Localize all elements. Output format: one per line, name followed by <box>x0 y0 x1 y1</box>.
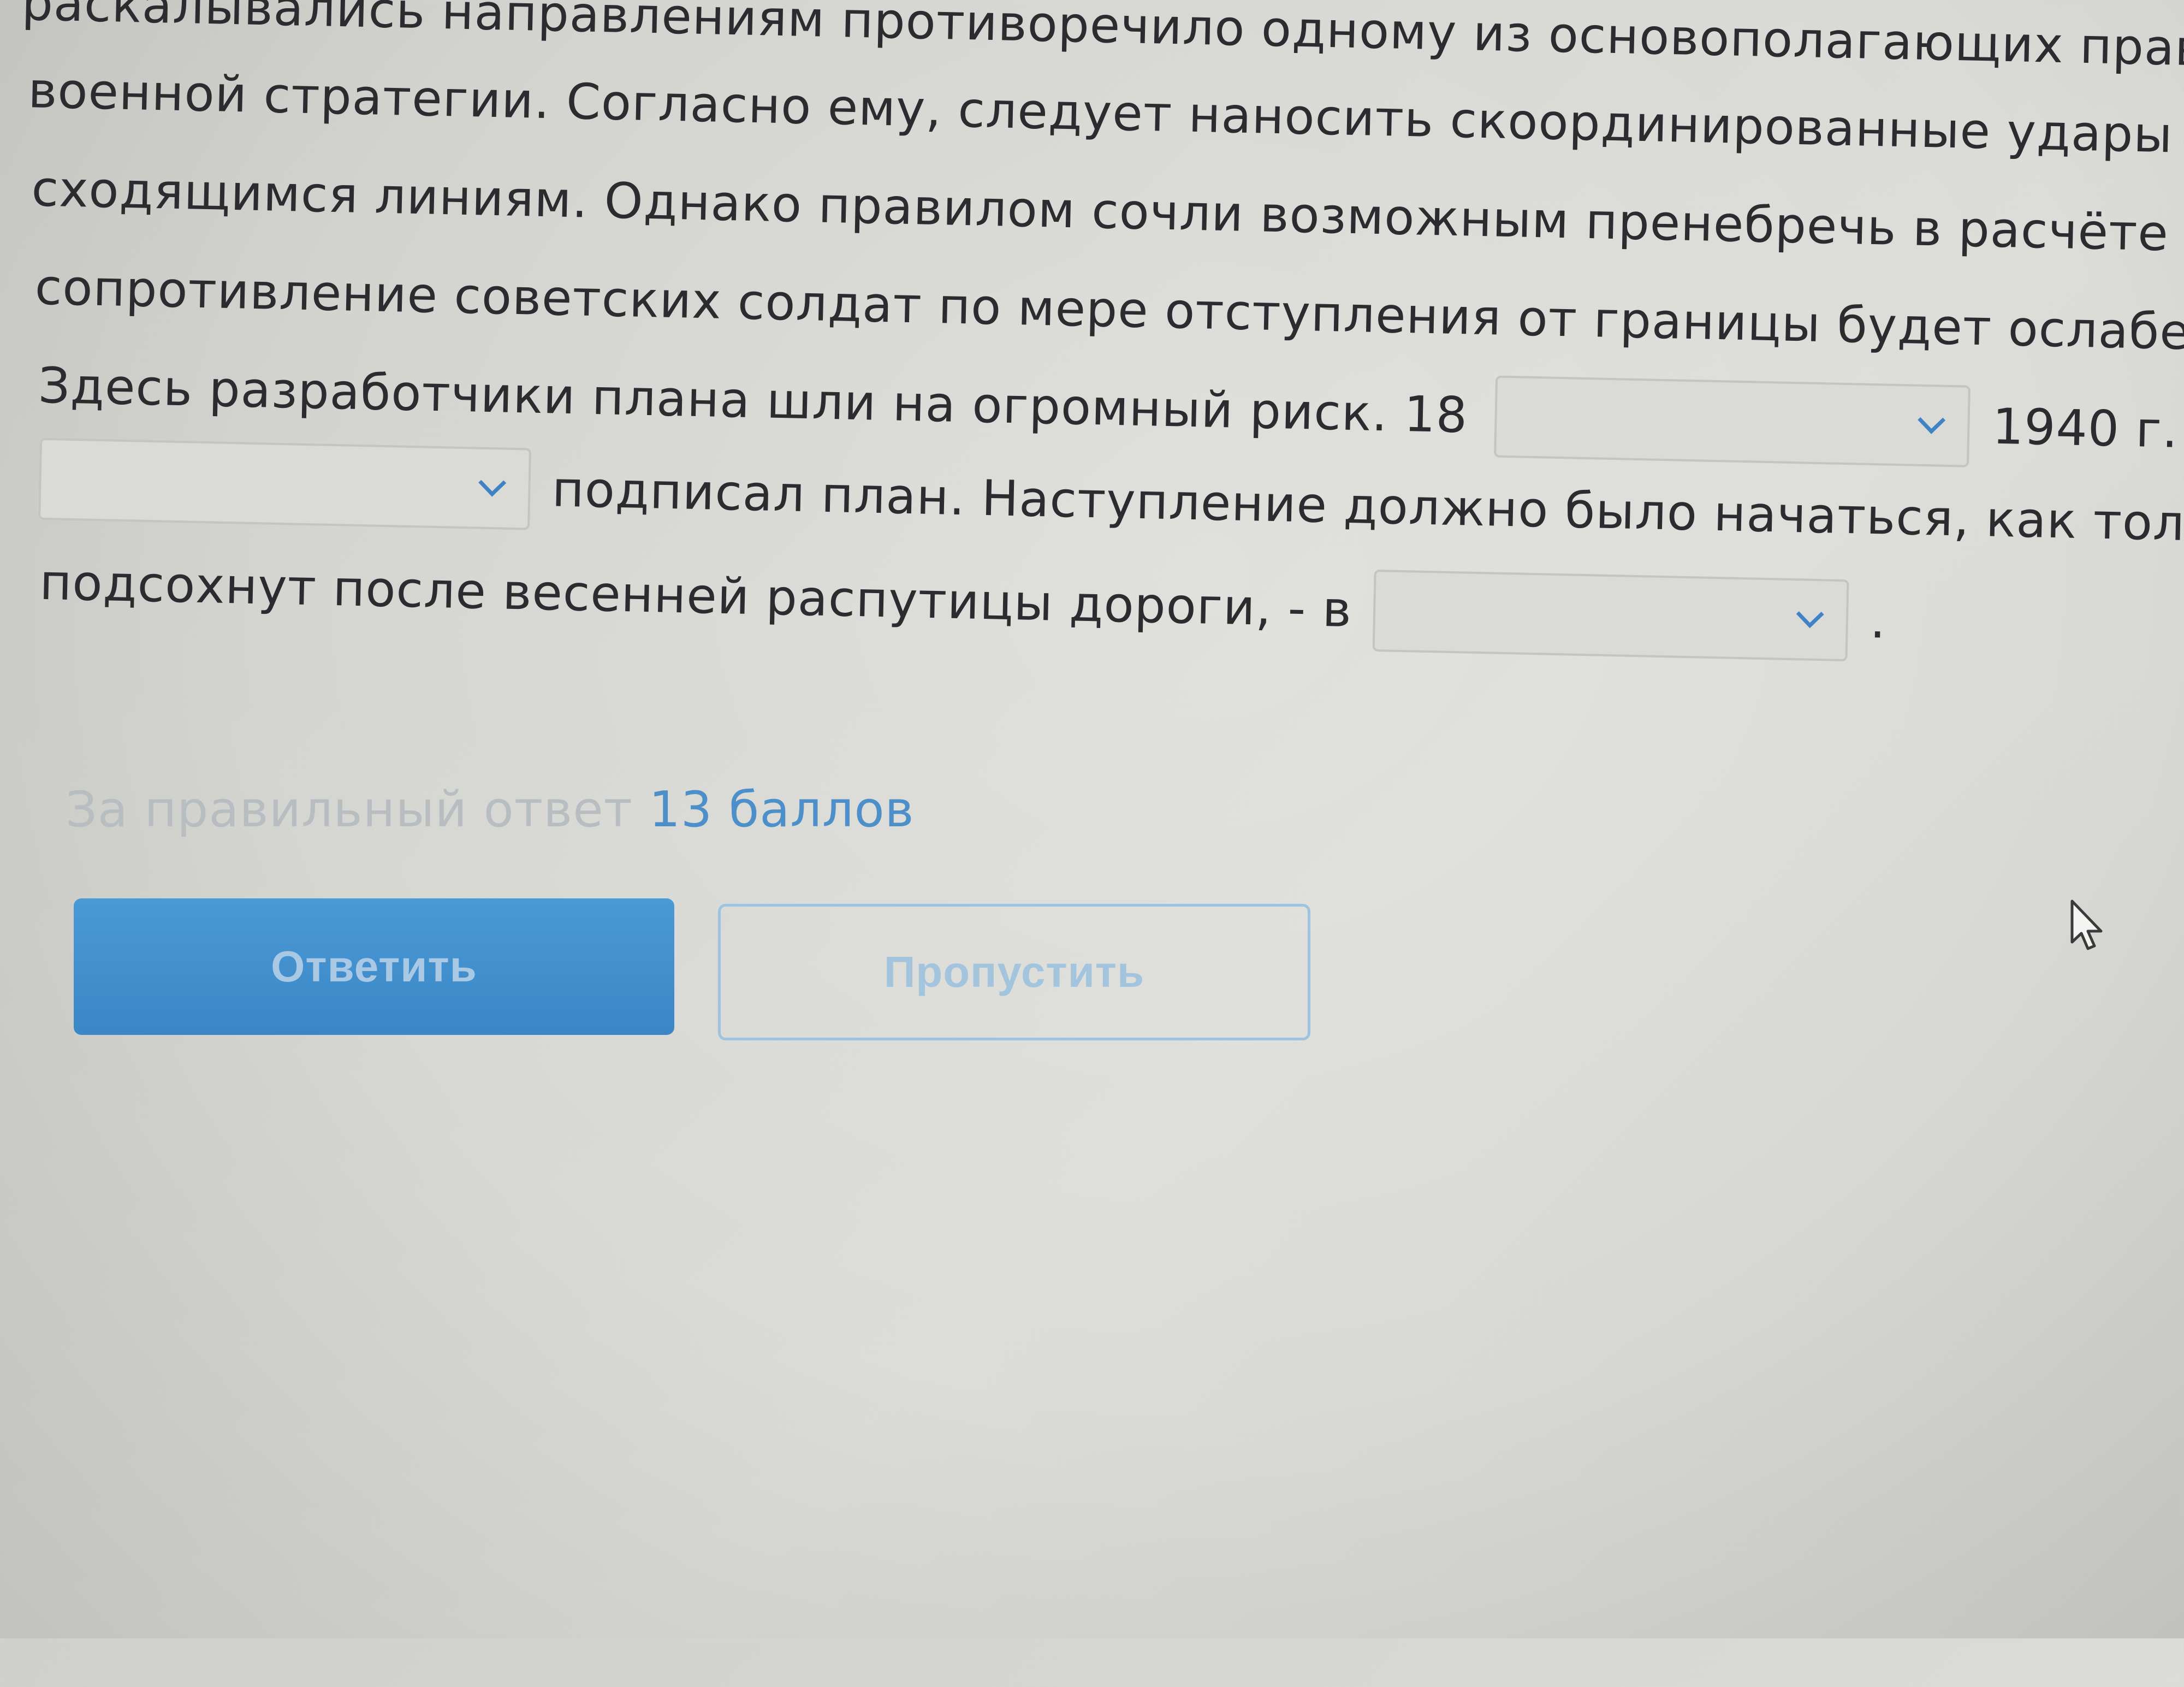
text-before-start-month: подсохнут после весенней распутицы дорог… <box>39 553 1352 639</box>
skip-button[interactable]: Пропустить <box>718 904 1310 1040</box>
question-text-line-1: раскалывались направлениям противоречило… <box>21 0 2184 79</box>
text-year: 1940 г. <box>1991 398 2179 459</box>
question-panel: раскалывались направлениям противоречило… <box>0 0 2184 1684</box>
question-text-line-3: сходящимся линиям. Однако правилом сочли… <box>31 160 2184 266</box>
text-before-month: Здесь разработчики плана шли на огромный… <box>38 357 1469 445</box>
answer-button[interactable]: Ответить <box>74 898 674 1035</box>
month-dropdown[interactable] <box>1493 375 1971 467</box>
question-text-line-4: сопротивление советских солдат по мере о… <box>34 258 2184 364</box>
score-info: За правильный ответ 13 баллов <box>66 781 915 838</box>
question-text-line-2: военной стратегии. Согласно ему, следует… <box>27 62 2184 166</box>
signer-dropdown[interactable] <box>38 437 532 530</box>
chevron-down-icon <box>1918 406 1946 434</box>
question-text-line-7: подсохнут после весенней распутицы дорог… <box>39 542 1887 662</box>
start-month-dropdown[interactable] <box>1372 569 1849 662</box>
score-points: 13 баллов <box>649 781 915 838</box>
chevron-down-icon <box>1796 600 1824 629</box>
text-after-signer: подписал план. Наступление должно было н… <box>551 460 2184 554</box>
text-period: . <box>1869 591 1887 650</box>
chevron-down-icon <box>478 469 507 497</box>
score-prefix: За правильный ответ <box>66 781 633 838</box>
mouse-cursor-icon <box>2070 899 2103 950</box>
